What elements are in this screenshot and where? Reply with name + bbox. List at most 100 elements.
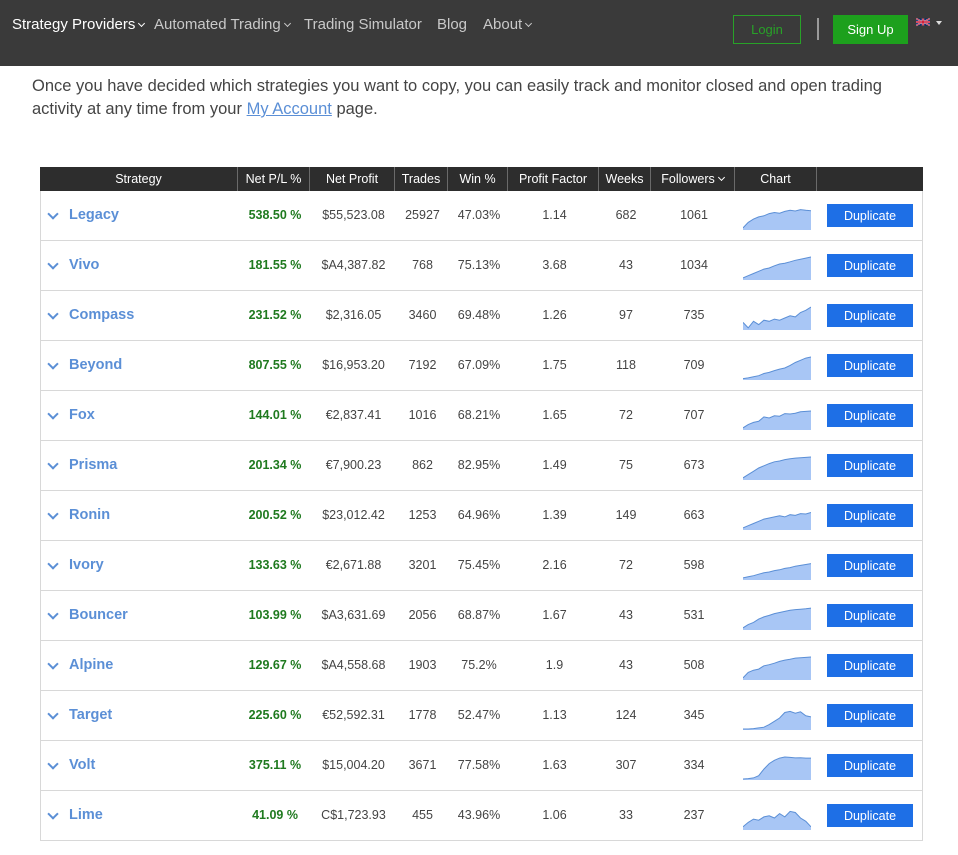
duplicate-button[interactable]: Duplicate <box>827 554 913 577</box>
header-net-pl[interactable]: Net P/L % <box>238 167 310 191</box>
table-row: Compass 231.52 % $2,316.05 3460 69.48% 1… <box>40 291 923 341</box>
followers-value: 707 <box>683 408 705 422</box>
trades-value: 1253 <box>408 508 437 522</box>
nav-divider <box>817 18 819 40</box>
duplicate-button[interactable]: Duplicate <box>827 754 913 777</box>
nav-automated-trading[interactable]: Automated Trading <box>154 15 291 35</box>
my-account-link[interactable]: My Account <box>247 100 332 118</box>
expand-chevron-icon[interactable] <box>47 558 59 570</box>
duplicate-button[interactable]: Duplicate <box>827 604 913 627</box>
strategy-name-link[interactable]: Lime <box>69 791 103 840</box>
followers-value: 237 <box>683 808 705 822</box>
language-caret-icon[interactable] <box>936 21 942 25</box>
signup-button[interactable]: Sign Up <box>833 15 908 44</box>
strategy-name-link[interactable]: Bouncer <box>69 591 128 640</box>
expand-chevron-icon[interactable] <box>47 458 59 470</box>
strategy-name-link[interactable]: Ivory <box>69 541 104 590</box>
login-button[interactable]: Login <box>733 15 801 44</box>
duplicate-button[interactable]: Duplicate <box>827 404 913 427</box>
strategy-name-link[interactable]: Legacy <box>69 191 119 240</box>
trades-value: 862 <box>412 458 433 472</box>
duplicate-button[interactable]: Duplicate <box>827 504 913 527</box>
expand-chevron-icon[interactable] <box>47 658 59 670</box>
chevron-down-icon <box>283 19 291 28</box>
nav-trading-simulator[interactable]: Trading Simulator <box>304 15 422 35</box>
performance-sparkline <box>743 356 811 380</box>
header-strategy[interactable]: Strategy <box>40 167 238 191</box>
expand-chevron-icon[interactable] <box>47 308 59 320</box>
win-value: 43.96% <box>457 808 501 822</box>
expand-chevron-icon[interactable] <box>47 408 59 420</box>
weeks-value: 43 <box>619 258 633 272</box>
strategy-name-link[interactable]: Beyond <box>69 341 122 390</box>
strategy-name-link[interactable]: Prisma <box>69 441 117 490</box>
performance-sparkline <box>743 209 811 230</box>
expand-chevron-icon[interactable] <box>47 808 59 820</box>
duplicate-button[interactable]: Duplicate <box>827 354 913 377</box>
header-net-profit[interactable]: Net Profit <box>310 167 395 191</box>
expand-chevron-icon[interactable] <box>47 508 59 520</box>
weeks-value: 97 <box>619 308 633 322</box>
strategy-name-link[interactable]: Fox <box>69 391 95 440</box>
duplicate-button[interactable]: Duplicate <box>827 204 913 227</box>
performance-sparkline <box>743 656 811 680</box>
header-followers[interactable]: Followers <box>651 167 735 191</box>
expand-chevron-icon[interactable] <box>47 758 59 770</box>
header-trades[interactable]: Trades <box>395 167 448 191</box>
duplicate-button[interactable]: Duplicate <box>827 654 913 677</box>
strategy-name-link[interactable]: Alpine <box>69 641 113 690</box>
expand-chevron-icon[interactable] <box>47 258 59 270</box>
profit-factor-value: 1.75 <box>542 358 567 372</box>
table-row: Fox 144.01 % €2,837.41 1016 68.21% 1.65 … <box>40 391 923 441</box>
net-profit-value: €52,592.31 <box>322 708 385 722</box>
uk-flag-icon[interactable] <box>916 17 930 27</box>
win-value: 68.21% <box>457 408 501 422</box>
table-row: Volt 375.11 % $15,004.20 3671 77.58% 1.6… <box>40 741 923 791</box>
header-weeks[interactable]: Weeks <box>599 167 651 191</box>
expand-chevron-icon[interactable] <box>47 358 59 370</box>
performance-sparkline <box>743 306 811 330</box>
net-profit-value: $A3,631.69 <box>321 608 386 622</box>
strategy-name-link[interactable]: Target <box>69 691 112 740</box>
intro-text: Once you have decided which strategies y… <box>32 77 882 118</box>
expand-chevron-icon[interactable] <box>47 608 59 620</box>
net-pl-value: 144.01 % <box>248 408 302 422</box>
trades-value: 455 <box>412 808 433 822</box>
nav-about[interactable]: About <box>483 15 533 35</box>
header-followers-label: Followers <box>661 172 715 186</box>
duplicate-button[interactable]: Duplicate <box>827 704 913 727</box>
strategy-name-link[interactable]: Compass <box>69 291 134 340</box>
weeks-value: 124 <box>615 708 637 722</box>
profit-factor-value: 1.13 <box>542 708 567 722</box>
profit-factor-value: 1.9 <box>545 658 564 672</box>
net-pl-value: 225.60 % <box>248 708 302 722</box>
followers-value: 663 <box>683 508 705 522</box>
net-pl-value: 200.52 % <box>248 508 302 522</box>
expand-chevron-icon[interactable] <box>47 708 59 720</box>
strategy-name-link[interactable]: Ronin <box>69 491 110 540</box>
followers-value: 345 <box>683 708 705 722</box>
nav-blog[interactable]: Blog <box>437 15 467 35</box>
trades-value: 3671 <box>408 758 437 772</box>
nav-strategy-providers[interactable]: Strategy Providers <box>12 15 146 35</box>
sort-chevron-icon <box>717 173 725 182</box>
strategy-name-link[interactable]: Vivo <box>69 241 99 290</box>
duplicate-button[interactable]: Duplicate <box>827 454 913 477</box>
nav-label: Blog <box>437 16 468 33</box>
header-profit-factor[interactable]: Profit Factor <box>508 167 599 191</box>
performance-sparkline <box>743 456 811 480</box>
strategy-name-link[interactable]: Volt <box>69 741 95 790</box>
weeks-value: 682 <box>615 208 637 222</box>
header-win[interactable]: Win % <box>448 167 508 191</box>
duplicate-button[interactable]: Duplicate <box>827 254 913 277</box>
sparkline-area <box>743 657 811 680</box>
sparkline-area <box>743 811 811 830</box>
performance-sparkline <box>743 710 811 730</box>
duplicate-button[interactable]: Duplicate <box>827 804 913 827</box>
net-pl-value: 201.34 % <box>248 458 302 472</box>
duplicate-button[interactable]: Duplicate <box>827 304 913 327</box>
nav-label: About <box>483 16 523 33</box>
expand-chevron-icon[interactable] <box>47 208 59 220</box>
performance-sparkline <box>743 810 811 830</box>
win-value: 68.87% <box>457 608 501 622</box>
